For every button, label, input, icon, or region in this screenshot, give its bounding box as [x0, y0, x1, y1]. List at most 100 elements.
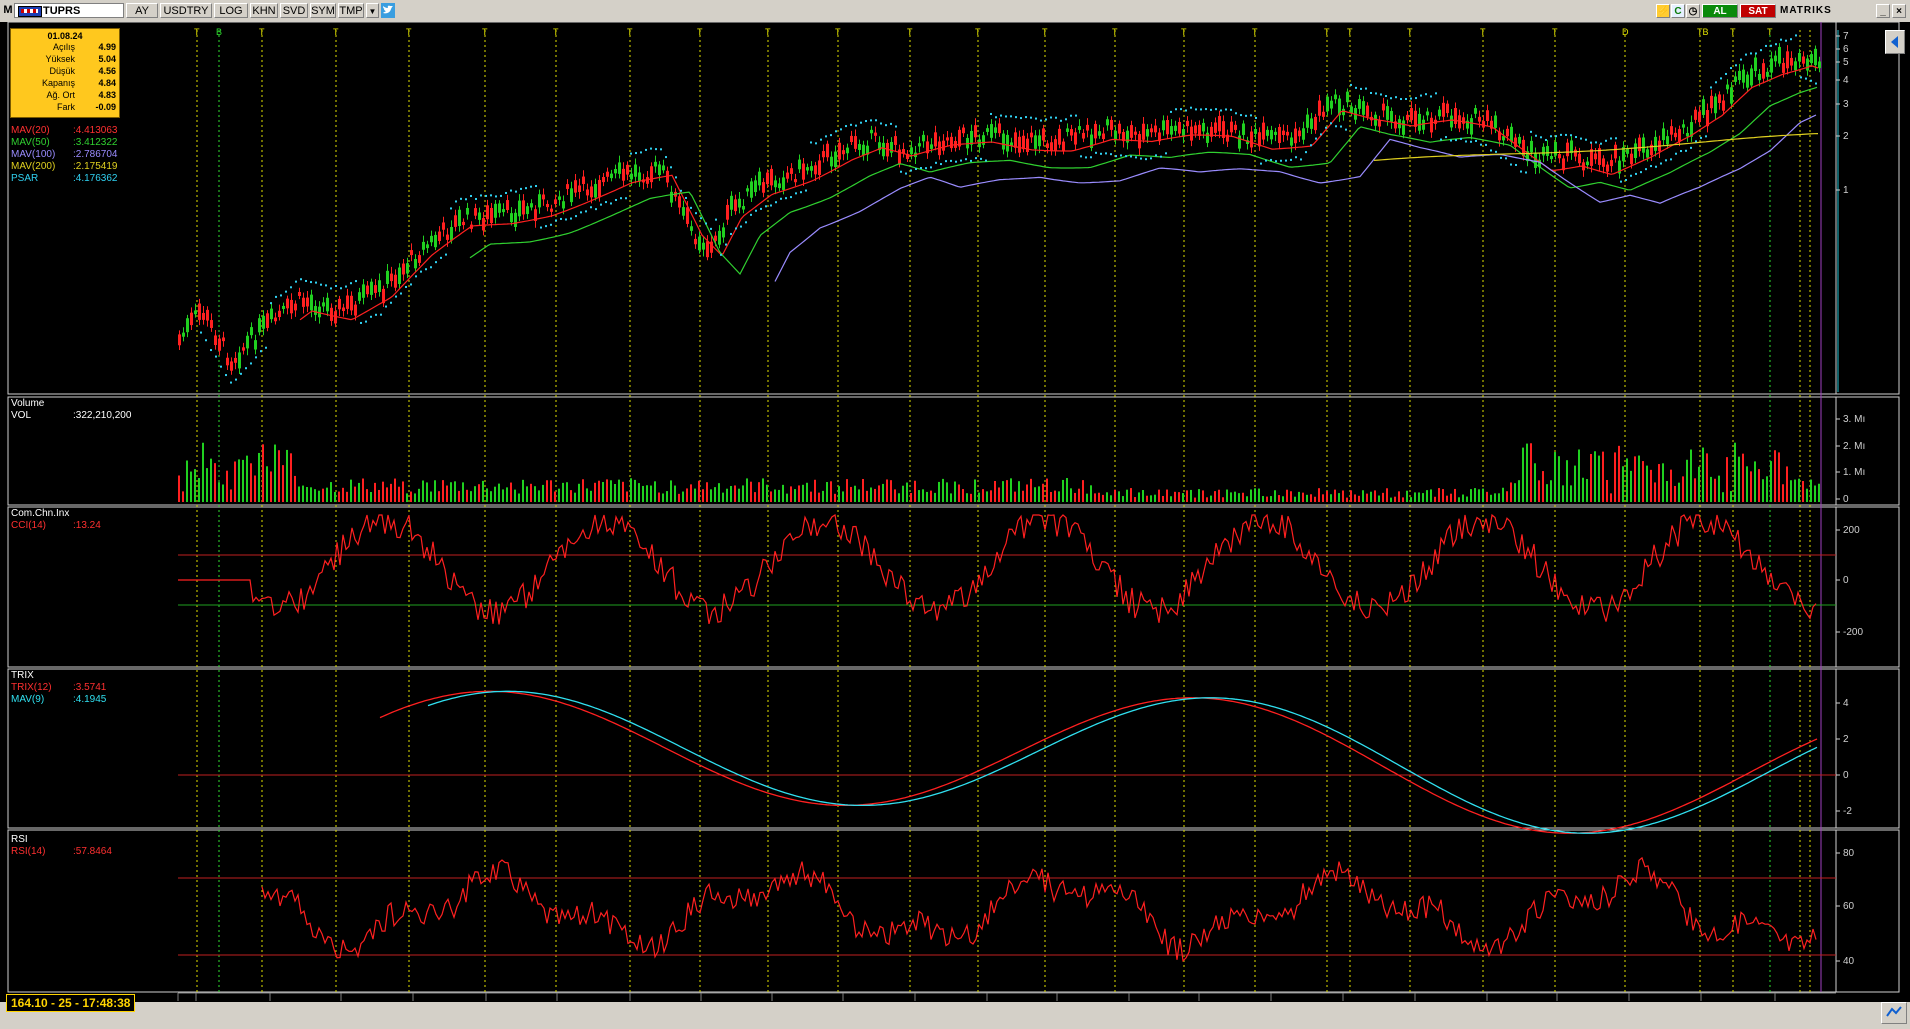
psar-dot	[500, 194, 502, 197]
psar-dot	[1410, 97, 1412, 100]
log-scale-button[interactable]: LOG	[214, 3, 248, 18]
legend-rsi: RSI(14):57.8464	[11, 846, 112, 857]
psar-dot	[670, 166, 672, 169]
buy-button[interactable]: AL	[1702, 4, 1738, 18]
candle-body	[622, 168, 625, 181]
khn-button[interactable]: KHN	[250, 3, 278, 18]
candle-body	[1130, 125, 1133, 138]
candle-body	[290, 299, 293, 314]
tmp-button[interactable]: TMP	[338, 3, 364, 18]
svd-button[interactable]: SVD	[280, 3, 308, 18]
volume-bar	[986, 491, 988, 502]
twitter-icon[interactable]	[381, 3, 395, 18]
dropdown-arrow-icon[interactable]: ▼	[366, 3, 379, 18]
volume-bar	[610, 480, 612, 502]
psar-dot	[1785, 39, 1787, 42]
candle-body	[1054, 139, 1057, 151]
candle-body	[562, 201, 565, 209]
candle-body	[1234, 124, 1237, 130]
event-marker: T	[697, 27, 703, 37]
volume-bar	[730, 485, 732, 502]
volume-bar	[1574, 465, 1576, 502]
psar-dot	[565, 218, 567, 221]
chart-canvas[interactable]: T B T T T T T T T T T T T T T T T T T T T T D TB T T 76543213. Mı…	[0, 22, 1910, 1002]
volume-bar	[714, 487, 716, 502]
psar-dot	[750, 213, 752, 216]
candle-body	[1646, 149, 1649, 158]
psar-dot	[1775, 43, 1777, 46]
candle-body	[1430, 117, 1433, 133]
psar-dot	[1115, 155, 1117, 158]
candle-body	[1238, 135, 1241, 149]
volume-bar	[1710, 476, 1712, 502]
candle-body	[546, 203, 549, 208]
volume-bar	[1642, 461, 1644, 502]
volume-bar	[574, 492, 576, 502]
candle-body	[862, 144, 865, 156]
flash-icon[interactable]: ⚡	[1656, 4, 1670, 18]
minimize-icon[interactable]: _	[1876, 4, 1890, 18]
volume-bar	[486, 488, 488, 502]
close-icon[interactable]: ×	[1892, 4, 1906, 18]
period-button[interactable]: AY	[126, 3, 158, 18]
scroll-left-button[interactable]	[1885, 30, 1905, 54]
volume-bar	[942, 478, 944, 502]
candle-body	[1262, 122, 1265, 140]
candle-body	[1574, 149, 1577, 157]
psar-dot	[1195, 108, 1197, 111]
volume-bar	[618, 479, 620, 502]
candle-body	[238, 352, 241, 369]
volume-bar	[870, 487, 872, 502]
volume-bar	[658, 492, 660, 502]
candle-body	[726, 204, 729, 220]
psar-dot	[1270, 158, 1272, 161]
candle-body	[490, 207, 493, 224]
clock-icon[interactable]: ◷	[1686, 4, 1700, 18]
candle-body	[202, 312, 205, 320]
psar-dot	[1260, 162, 1262, 165]
volume-bar	[882, 483, 884, 502]
volume-bar	[846, 479, 848, 502]
chart-area[interactable]: T B T T T T T T T T T T T T T T T T T T T T D TB T T 7 6 5 4 3 2 1 3. Mı…	[0, 22, 1910, 1002]
sync-button[interactable]	[1881, 1002, 1907, 1024]
psar-dot	[1355, 86, 1357, 89]
volume-bar	[326, 487, 328, 502]
candle-body	[786, 172, 789, 179]
sym-button[interactable]: SYM	[310, 3, 336, 18]
psar-dot	[595, 208, 597, 211]
candle-body	[1586, 161, 1589, 166]
volume-bar	[1286, 489, 1288, 502]
candle-body	[538, 194, 541, 208]
symbol-selector[interactable]: TUPRS	[14, 3, 124, 18]
volume-bar	[726, 488, 728, 502]
candle-body	[222, 337, 225, 342]
psar-dot	[1415, 97, 1417, 100]
psar-dot	[845, 125, 847, 128]
psar-dot	[1670, 158, 1672, 161]
psar-dot	[1630, 174, 1632, 177]
psar-dot	[855, 124, 857, 127]
volume-bar	[822, 490, 824, 502]
sell-button[interactable]: SAT	[1740, 4, 1776, 18]
candle-body	[802, 163, 805, 180]
psar-dot	[1350, 83, 1352, 86]
psar-dot	[1690, 146, 1692, 149]
volume-bar	[230, 489, 232, 502]
volume-bar	[454, 481, 456, 502]
psar-dot	[915, 168, 917, 171]
volume-bar	[978, 492, 980, 502]
event-marker: T	[482, 27, 488, 37]
psar-dot	[305, 279, 307, 282]
price-axis-label: 1	[1843, 185, 1849, 196]
candle-body	[1678, 129, 1681, 142]
psar-dot	[1065, 118, 1067, 121]
currency-button[interactable]: USDTRY	[160, 3, 212, 18]
volume-bar	[638, 483, 640, 502]
psar-dot	[640, 151, 642, 154]
refresh-icon[interactable]: C	[1671, 4, 1685, 18]
psar-dot	[1420, 94, 1422, 97]
candle-body	[1814, 48, 1817, 66]
volume-bar	[1214, 491, 1216, 502]
candle-body	[478, 212, 481, 220]
psar-dot	[800, 191, 802, 194]
